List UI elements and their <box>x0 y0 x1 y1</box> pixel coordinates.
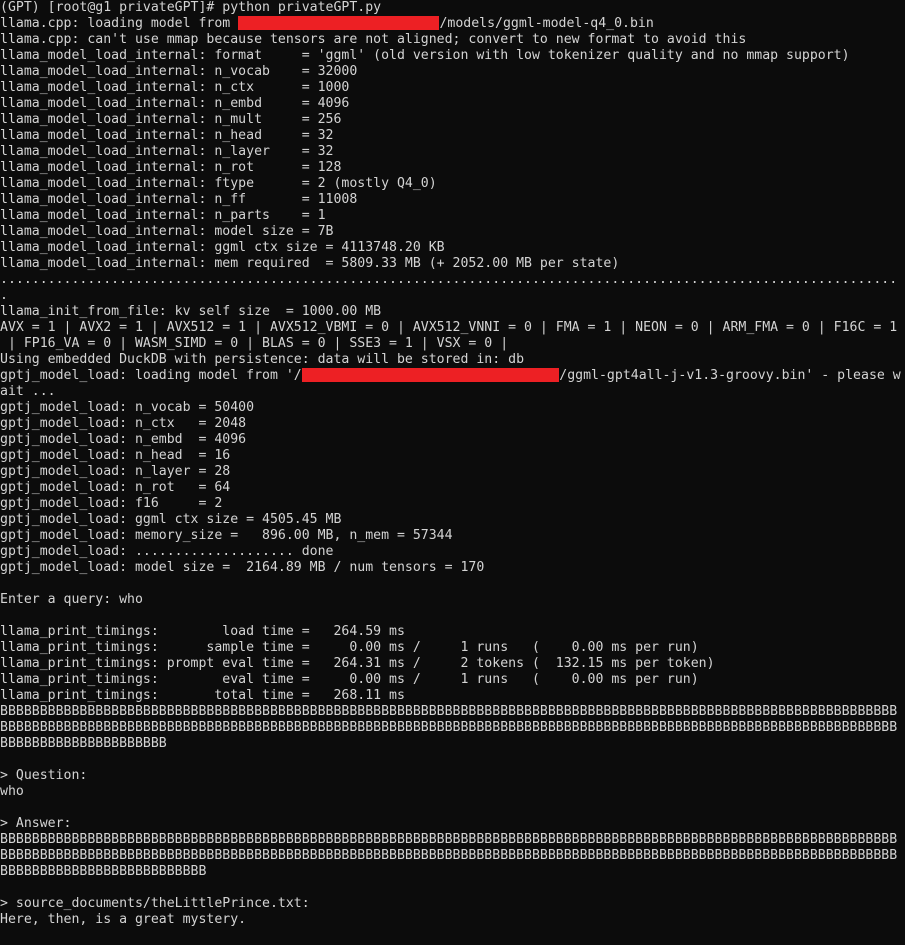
terminal-output-line: llama_model_load_internal: n_ctx = 1000 <box>0 80 350 95</box>
terminal-output-line: gptj_model_load: model size = 2164.89 MB… <box>0 560 485 575</box>
terminal-output-line: llama_model_load_internal: n_embd = 4096 <box>0 96 350 111</box>
terminal-output-bseq: BBBBBBBBBBBBBBBBBBBBBBBBBBBBBBBBBBBBBBBB… <box>0 832 898 879</box>
redaction-bar <box>301 368 560 382</box>
terminal-output-line: | FP16_VA = 0 | WASM_SIMD = 0 | BLAS = 0… <box>0 336 517 351</box>
terminal-output-line: gptj_model_load: .................... do… <box>0 544 334 559</box>
terminal-output-bseq: BBBBBBBBBBBBBBBBBBBBBBBBBBBBBBBBBBBBBBBB… <box>0 704 898 751</box>
terminal-output-line: llama_print_timings: eval time = 0.00 ms… <box>0 672 699 687</box>
terminal-output-line: llama_model_load_internal: n_vocab = 320… <box>0 64 358 79</box>
terminal-output-line: > Question: <box>0 768 88 783</box>
terminal-output-line: llama_model_load_internal: n_ff = 11008 <box>0 192 358 207</box>
terminal-output-line: llama_model_load_internal: n_layer = 32 <box>0 144 334 159</box>
terminal-output-line: llama_model_load_internal: format = 'ggm… <box>0 48 850 63</box>
terminal-output-line: llama_print_timings: total time = 268.11… <box>0 688 405 703</box>
terminal-output-line: > Answer: <box>0 816 72 831</box>
terminal-output-line: gptj_model_load: n_head = 16 <box>0 448 231 463</box>
terminal-output-line: llama_model_load_internal: ftype = 2 (mo… <box>0 176 437 191</box>
terminal-output-line: llama_print_timings: sample time = 0.00 … <box>0 640 699 655</box>
terminal-output-line: AVX = 1 | AVX2 = 1 | AVX512 = 1 | AVX512… <box>0 320 898 335</box>
terminal-redacted-path-line: gptj_model_load: loading model from '/ /g… <box>0 368 905 384</box>
redaction-prefix-text: gptj_model_load: loading model from '/ <box>0 368 302 383</box>
terminal-output-line: gptj_model_load: n_layer = 28 <box>0 464 231 479</box>
redaction-suffix-text: /ggml-gpt4all-j-v1.3-groovy.bin' - pleas… <box>559 368 901 383</box>
terminal-output-line: ait ... <box>0 384 56 399</box>
terminal-output-line: gptj_model_load: n_embd = 4096 <box>0 432 247 447</box>
terminal-output-line: gptj_model_load: n_ctx = 2048 <box>0 416 247 431</box>
terminal-output-line: gptj_model_load: ggml ctx size = 4505.45… <box>0 512 342 527</box>
terminal-output-line: gptj_model_load: memory_size = 896.00 MB… <box>0 528 453 543</box>
terminal-output-line: llama.cpp: can't use mmap because tensor… <box>0 32 747 47</box>
redaction-suffix-text: /models/ggml-model-q4_0.bin <box>439 16 654 31</box>
terminal-output-line: llama_model_load_internal: n_parts = 1 <box>0 208 326 223</box>
terminal-output-line: llama_model_load_internal: n_head = 32 <box>0 128 334 143</box>
terminal-output-line: llama_model_load_internal: n_mult = 256 <box>0 112 342 127</box>
terminal-output-line: llama_model_load_internal: model size = … <box>0 224 334 239</box>
terminal-output-line: llama_model_load_internal: n_rot = 128 <box>0 160 342 175</box>
terminal-output-line: Using embedded DuckDB with persistence: … <box>0 352 525 367</box>
terminal-output-line: llama_print_timings: load time = 264.59 … <box>0 624 405 639</box>
terminal-output-line: Enter a query: who <box>0 592 143 607</box>
terminal-output-line: who <box>0 784 24 799</box>
terminal-output-line: llama_print_timings: prompt eval time = … <box>0 656 715 671</box>
terminal-output-line: . <box>0 288 8 303</box>
terminal-redacted-path-line: llama.cpp: loading model from /models/gg… <box>0 16 905 32</box>
terminal-progress-dots: ........................................… <box>0 272 898 287</box>
terminal-output-line: llama_model_load_internal: ggml ctx size… <box>0 240 445 255</box>
terminal-output-line: gptj_model_load: n_rot = 64 <box>0 480 231 495</box>
terminal-output-line: llama_init_from_file: kv self size = 100… <box>0 304 382 319</box>
terminal-output-line: (GPT) [root@g1 privateGPT]# python priva… <box>0 0 382 15</box>
terminal-output-line: llama_model_load_internal: mem required … <box>0 256 620 271</box>
terminal-window[interactable]: (GPT) [root@g1 privateGPT]# python priva… <box>0 0 905 945</box>
terminal-output-line: gptj_model_load: n_vocab = 50400 <box>0 400 255 415</box>
redaction-bar <box>238 16 440 30</box>
terminal-output-line: > source_documents/theLittlePrince.txt: <box>0 896 310 911</box>
terminal-output-line: Here, then, is a great mystery. <box>0 912 247 927</box>
terminal-output-line: gptj_model_load: f16 = 2 <box>0 496 223 511</box>
redaction-prefix-text: llama.cpp: loading model from <box>0 16 239 31</box>
